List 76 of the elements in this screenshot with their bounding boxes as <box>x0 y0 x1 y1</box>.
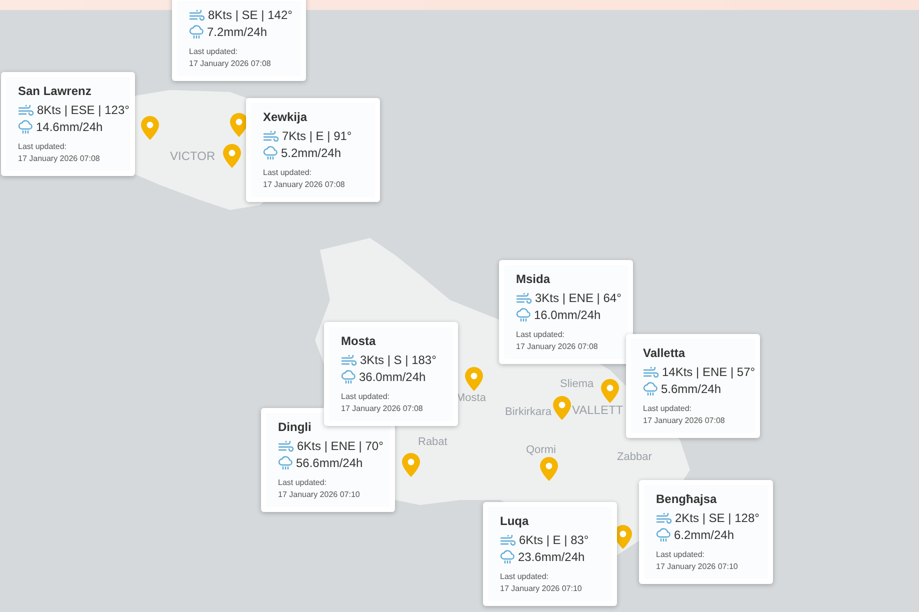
station-name: Mosta <box>341 334 377 349</box>
rain-cloud-icon <box>278 456 293 471</box>
wind-reading: 3Kts | S | 183° <box>360 353 436 368</box>
wind-icon <box>656 512 672 524</box>
map-pin-icon[interactable] <box>552 395 572 421</box>
station-name: Xewkija <box>263 110 308 125</box>
rain-reading: 14.6mm/24h <box>36 120 103 135</box>
rain-reading: 7.2mm/24h <box>207 25 268 40</box>
wind-reading: 14Kts | ENE | 57° <box>662 365 756 380</box>
wind-icon <box>189 10 205 22</box>
map-pin-icon[interactable] <box>600 378 620 404</box>
last-updated-time: 17 January 2026 07:08 <box>263 180 346 190</box>
map-pin-icon[interactable] <box>222 143 242 169</box>
wind-reading: 6Kts | ENE | 70° <box>297 439 384 454</box>
rain-reading: 56.6mm/24h <box>296 456 363 471</box>
wind-reading: 6Kts | E | 83° <box>519 533 589 548</box>
wind-icon <box>18 104 34 116</box>
station-name: Dingli <box>278 420 312 435</box>
map-label: VICTOR <box>170 150 216 162</box>
last-updated-time: 17 January 2026 07:08 <box>341 404 424 414</box>
map-label: Rabat <box>418 437 448 448</box>
map-label: Sliema <box>560 379 594 390</box>
station-name: Msida <box>516 272 552 287</box>
map-pin-icon[interactable] <box>401 452 421 478</box>
map-label: VALLETT <box>572 404 624 416</box>
last-updated-time: 17 January 2026 07:10 <box>278 490 361 500</box>
rain-reading: 16.0mm/24h <box>534 308 601 323</box>
rain-cloud-icon <box>341 370 356 385</box>
wind-icon <box>278 440 294 452</box>
wind-reading: 8Kts | SE | 142° <box>208 8 292 23</box>
last-updated-label: Last updated: <box>189 47 238 57</box>
rain-cloud-icon <box>18 120 33 135</box>
last-updated-label: Last updated: <box>341 392 390 402</box>
wind-icon <box>341 354 357 366</box>
rain-cloud-icon <box>516 308 531 323</box>
last-updated-label: Last updated: <box>263 168 312 178</box>
last-updated-label: Last updated: <box>18 142 68 152</box>
last-updated-time: 17 January 2026 07:10 <box>500 584 583 594</box>
last-updated-label: Last updated: <box>500 572 550 582</box>
wind-reading: 8Kts | ESE | 123° <box>37 103 130 118</box>
last-updated-label: Last updated: <box>516 330 566 340</box>
last-updated-label: Last updated: <box>643 404 692 414</box>
wind-icon <box>516 292 532 304</box>
last-updated-time: 17 January 2026 07:10 <box>656 562 739 572</box>
last-updated-time: 17 January 2026 07:08 <box>643 416 726 426</box>
rain-reading: 23.6mm/24h <box>518 550 585 565</box>
last-updated-time: 17 January 2026 07:08 <box>189 59 272 69</box>
station-name: San Lawrenz <box>18 84 92 99</box>
rain-reading: 5.2mm/24h <box>281 146 342 161</box>
rain-cloud-icon <box>656 528 671 543</box>
wind-reading: 3Kts | ENE | 64° <box>535 291 622 306</box>
rain-cloud-icon <box>643 382 658 397</box>
station-name: Valletta <box>643 346 686 361</box>
map-pin-icon[interactable] <box>464 366 484 392</box>
last-updated-label: Last updated: <box>278 478 328 488</box>
map-pin-icon[interactable] <box>140 115 160 141</box>
map-label: Qormi <box>526 445 556 456</box>
station-name: Luqa <box>500 514 530 529</box>
wind-reading: 7Kts | E | 91° <box>282 129 352 144</box>
rain-cloud-icon <box>189 25 204 40</box>
rain-reading: 36.0mm/24h <box>359 370 426 385</box>
map-pin-icon[interactable] <box>539 456 559 482</box>
rain-reading: 6.2mm/24h <box>674 528 734 543</box>
rain-reading: 5.6mm/24h <box>661 382 722 397</box>
wind-reading: 2Kts | SE | 128° <box>675 511 760 526</box>
last-updated-label: Last updated: <box>656 550 706 560</box>
map-label: Birkirkara <box>505 407 552 418</box>
wind-icon <box>263 130 279 142</box>
wind-icon <box>500 534 516 546</box>
map-label: Zabbar <box>617 452 652 463</box>
last-updated-time: 17 January 2026 07:08 <box>516 342 599 352</box>
last-updated-time: 17 January 2026 07:08 <box>18 154 101 164</box>
station-name: Bengħajsa <box>656 492 718 507</box>
rain-cloud-icon <box>263 146 278 161</box>
wind-icon <box>643 366 659 378</box>
rain-cloud-icon <box>500 550 515 565</box>
